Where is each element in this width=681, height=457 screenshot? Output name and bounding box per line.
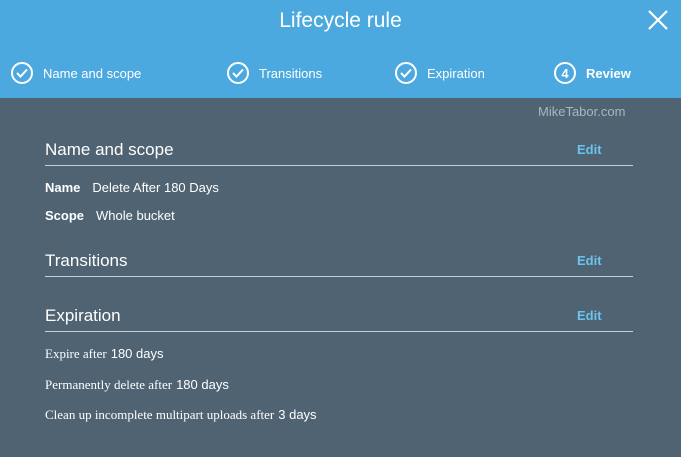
expire-after-row: Expire after 180 days	[45, 346, 163, 362]
section-title-expiration: Expiration	[45, 306, 121, 325]
section-divider	[45, 165, 633, 166]
step-label: Review	[586, 65, 631, 81]
expire-after-value: 180 days	[110, 346, 164, 361]
dialog-header: Lifecycle rule Name and scope Transition…	[0, 0, 681, 98]
check-circle-icon	[11, 62, 33, 84]
check-circle-icon	[227, 62, 249, 84]
step-review[interactable]: 4 Review	[554, 60, 631, 86]
name-row: Name Delete After 180 Days	[45, 180, 219, 195]
section-divider	[45, 331, 633, 332]
section-divider	[45, 276, 633, 277]
multipart-cleanup-value: 3 days	[278, 407, 317, 422]
name-key: Name	[45, 180, 81, 195]
watermark: MikeTabor.com	[538, 104, 626, 119]
dialog-title: Lifecycle rule	[279, 9, 402, 32]
step-number-circle: 4	[554, 62, 576, 84]
permanently-delete-row: Permanently delete after 180 days	[45, 377, 229, 393]
scope-value: Whole bucket	[96, 208, 175, 223]
multipart-cleanup-label: Clean up incomplete multipart uploads af…	[45, 407, 275, 422]
step-number: 4	[561, 65, 569, 81]
permanently-delete-label: Permanently delete after	[45, 377, 173, 392]
expire-after-label: Expire after	[45, 346, 107, 361]
check-circle-icon	[395, 62, 417, 84]
section-title-name-and-scope: Name and scope	[45, 140, 174, 159]
step-label: Transitions	[259, 65, 323, 81]
step-expiration[interactable]: Expiration	[395, 60, 485, 86]
step-label: Expiration	[427, 65, 485, 81]
permanently-delete-value: 180 days	[176, 377, 229, 392]
edit-name-and-scope-link[interactable]: Edit	[577, 142, 602, 157]
edit-expiration-link[interactable]: Edit	[577, 308, 602, 323]
close-icon[interactable]	[646, 8, 670, 32]
edit-transitions-link[interactable]: Edit	[577, 253, 602, 268]
multipart-cleanup-row: Clean up incomplete multipart uploads af…	[45, 407, 317, 423]
step-label: Name and scope	[43, 65, 142, 81]
section-title-transitions: Transitions	[45, 251, 128, 270]
step-transitions[interactable]: Transitions	[227, 60, 322, 86]
step-name-and-scope[interactable]: Name and scope	[11, 60, 141, 86]
scope-key: Scope	[45, 208, 85, 223]
scope-row: Scope Whole bucket	[45, 208, 175, 223]
name-value: Delete After 180 Days	[92, 180, 219, 195]
